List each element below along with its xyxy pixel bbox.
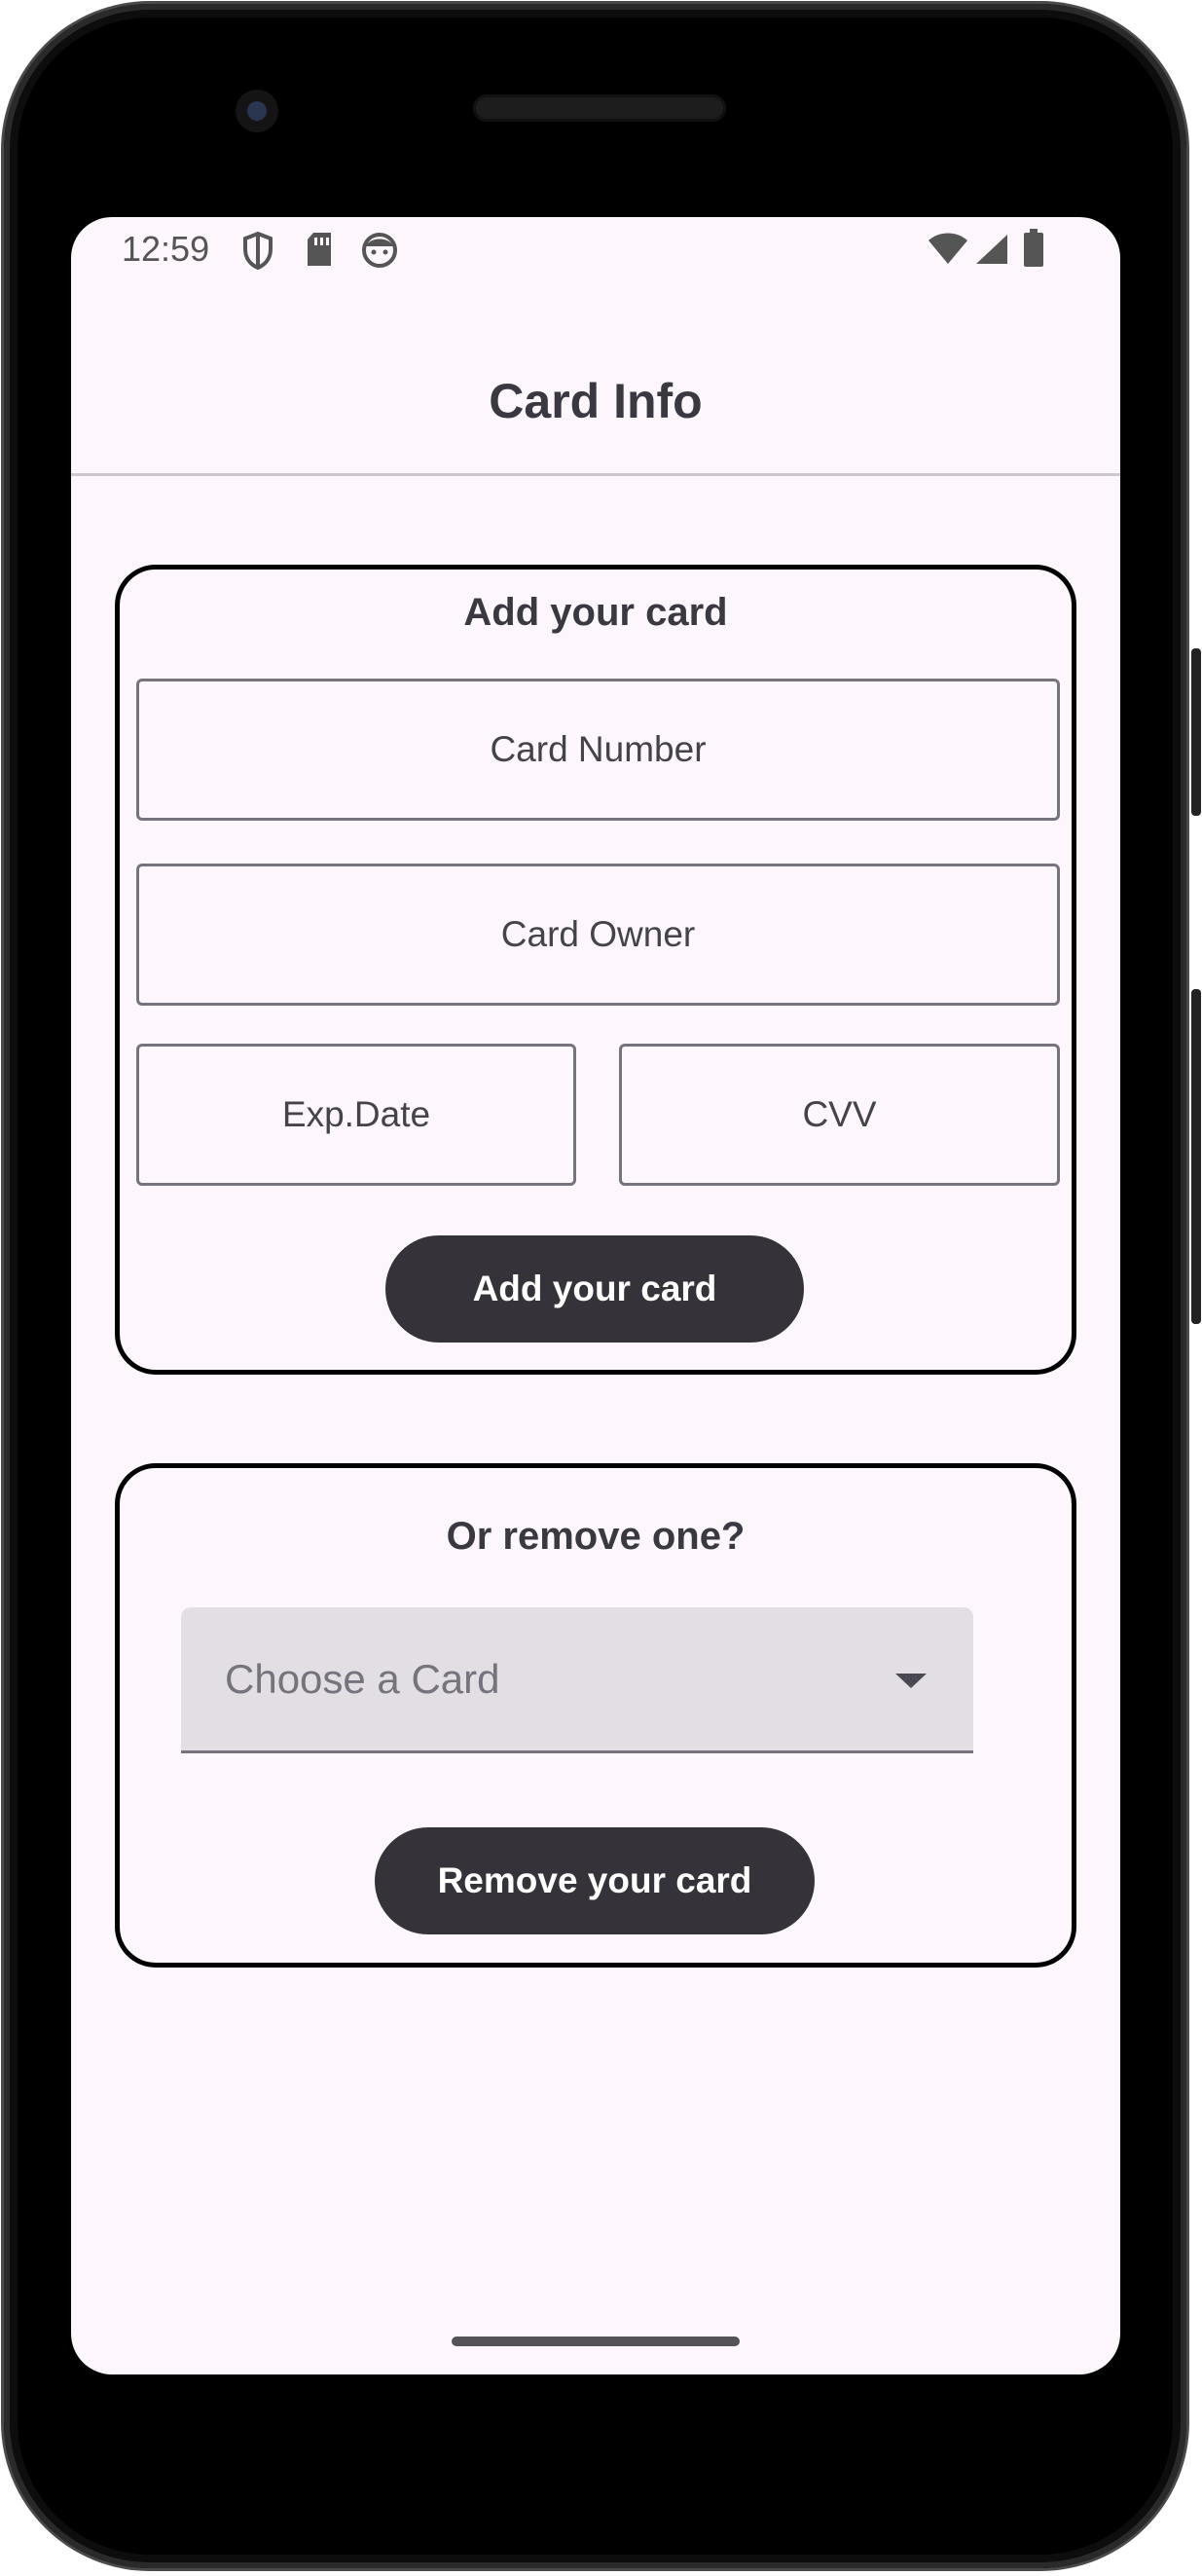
- card-number-field[interactable]: Card Number: [136, 679, 1060, 821]
- wifi-icon: [928, 233, 968, 271]
- sd-card-icon: [305, 231, 334, 273]
- add-card-title: Add your card: [463, 591, 728, 634]
- front-camera: [236, 90, 278, 132]
- card-owner-placeholder: Card Owner: [500, 914, 696, 954]
- remove-card-title: Or remove one?: [446, 1515, 746, 1558]
- status-time: 12:59: [122, 229, 210, 269]
- cvv-field[interactable]: CVV: [619, 1044, 1060, 1186]
- home-indicator[interactable]: [452, 2337, 740, 2346]
- status-bar: 12:59: [71, 217, 1120, 285]
- dropdown-arrow-icon: [895, 1674, 927, 1688]
- battery-icon: [1023, 229, 1044, 273]
- add-card-button[interactable]: Add your card: [385, 1235, 804, 1343]
- signal-icon: [974, 233, 1009, 271]
- cvv-placeholder: CVV: [802, 1094, 877, 1134]
- shield-icon: [242, 231, 273, 275]
- page-title: Card Info: [489, 374, 703, 428]
- earpiece-speaker: [473, 94, 726, 122]
- volume-button: [1191, 989, 1201, 1324]
- card-owner-field[interactable]: Card Owner: [136, 864, 1060, 1006]
- card-number-placeholder: Card Number: [490, 729, 707, 769]
- add-card-button-label: Add your card: [472, 1269, 717, 1308]
- choose-card-dropdown[interactable]: Choose a Card: [181, 1607, 973, 1753]
- remove-card-button-label: Remove your card: [437, 1860, 752, 1900]
- exp-date-placeholder: Exp.Date: [281, 1094, 431, 1134]
- header-divider: [71, 473, 1120, 476]
- exp-date-field[interactable]: Exp.Date: [136, 1044, 576, 1186]
- add-card-panel: Add your card Card Number Card Owner Exp…: [115, 565, 1076, 1375]
- phone-frame: 12:59 Card Info Add your card Card Numbe…: [4, 4, 1201, 2568]
- dropdown-placeholder: Choose a Card: [225, 1656, 500, 1702]
- face-icon: [360, 231, 399, 275]
- remove-card-panel: Or remove one? Choose a Card Remove your…: [115, 1463, 1076, 1968]
- power-button: [1191, 648, 1201, 816]
- app-screen: 12:59 Card Info Add your card Card Numbe…: [71, 217, 1120, 2374]
- remove-card-button[interactable]: Remove your card: [375, 1827, 815, 1934]
